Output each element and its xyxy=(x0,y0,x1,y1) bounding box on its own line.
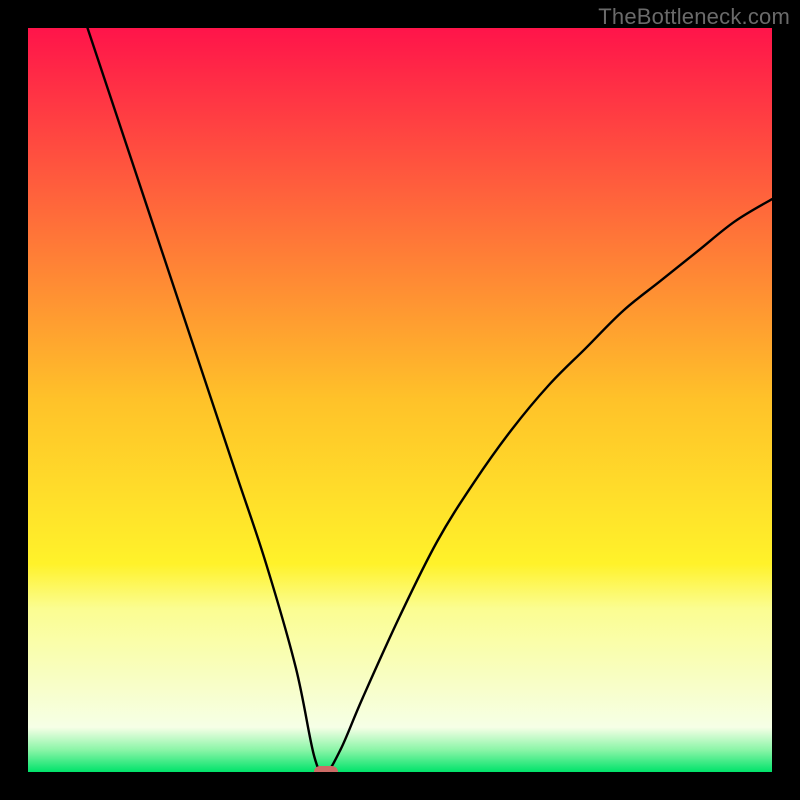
plot-area xyxy=(28,28,772,772)
chart-frame: TheBottleneck.com xyxy=(0,0,800,800)
bottleneck-curve xyxy=(28,28,772,772)
gradient-background xyxy=(28,28,772,772)
optimum-marker xyxy=(314,766,338,772)
watermark-text: TheBottleneck.com xyxy=(598,4,790,30)
